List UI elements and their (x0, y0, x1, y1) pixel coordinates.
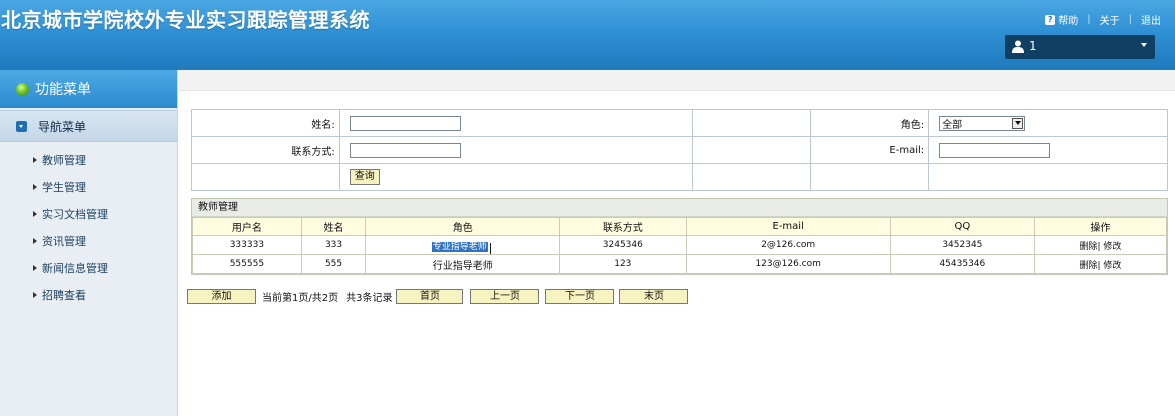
table-row: 333333 333 专业指导老师 3245346 2@126.com 3452… (192, 235, 1168, 255)
divider: | (1087, 14, 1091, 25)
add-button[interactable]: 添加 (187, 289, 256, 304)
chevron-down-icon[interactable] (1012, 117, 1024, 129)
contact-input[interactable] (349, 142, 461, 158)
sidebar-item-label: 教师管理 (42, 153, 86, 167)
help-icon[interactable]: ? (1045, 14, 1056, 25)
sidebar-item-recruit[interactable]: 招聘查看 (0, 281, 177, 308)
teacher-table: 用户名 姓名 角色 联系方式 E-mail QQ 操作 333333 333 专… (192, 217, 1168, 274)
cell-role[interactable]: 专业指导老师 (365, 235, 561, 255)
arrow-right-icon (33, 210, 37, 217)
prev-page-button[interactable]: 上一页 (470, 289, 540, 304)
column-header: 操作 (1033, 217, 1168, 236)
sidebar-item-student[interactable]: 学生管理 (0, 173, 177, 200)
sidebar-item-info[interactable]: 资讯管理 (0, 227, 177, 254)
panel-title: 教师管理 (192, 199, 1167, 217)
main-content: 姓名: 角色: 全部 联系方式: E-mail: 查询 教师管理 用户名 姓名 … (179, 70, 1175, 416)
sidebar: 功能菜单 导航菜单 教师管理 学生管理 实习文档管理 资讯管理 新闻信息管理 招… (0, 70, 178, 416)
cell-contact: 3245346 (559, 235, 687, 255)
email-label: E-mail: (810, 136, 930, 164)
name-label: 姓名: (191, 109, 340, 137)
arrow-right-icon (33, 237, 37, 244)
cell-username: 555555 (192, 254, 302, 274)
cell-qq: 45435346 (889, 254, 1035, 274)
cell-email: 2@126.com (685, 235, 891, 255)
nav-menu-title: 导航菜单 (38, 119, 87, 134)
about-link[interactable]: 关于 (1100, 12, 1120, 27)
nav-list: 教师管理 学生管理 实习文档管理 资讯管理 新闻信息管理 招聘查看 (0, 142, 177, 308)
first-page-button[interactable]: 首页 (396, 289, 464, 304)
cell-role: 行业指导老师 (365, 254, 561, 274)
page-status: 当前第1页/共2页 (262, 293, 339, 304)
cell-name: 555 (300, 254, 367, 274)
name-input[interactable] (349, 115, 461, 131)
divider: | (1097, 241, 1101, 252)
app-title: 北京城市学院校外专业实习跟踪管理系统 (1, 8, 370, 32)
last-page-button[interactable]: 末页 (619, 289, 689, 304)
function-menu-header: 功能菜单 (0, 70, 177, 108)
arrow-right-icon (33, 183, 37, 190)
column-header: 用户名 (192, 217, 302, 236)
column-header: 角色 (365, 217, 561, 236)
function-menu-title: 功能菜单 (35, 82, 91, 98)
cell-actions: 删除| 修改 (1033, 235, 1168, 255)
sidebar-item-teacher[interactable]: 教师管理 (0, 146, 177, 173)
help-link[interactable]: 帮助 (1058, 12, 1078, 27)
cell-username: 333333 (192, 235, 302, 255)
delete-link[interactable]: 删除 (1079, 242, 1097, 252)
query-button[interactable]: 查询 (349, 169, 380, 185)
teacher-panel: 教师管理 用户名 姓名 角色 联系方式 E-mail QQ 操作 333333 … (191, 198, 1168, 275)
sidebar-item-label: 学生管理 (42, 180, 86, 194)
user-dropdown[interactable]: 1 (1005, 35, 1155, 59)
selected-text[interactable]: 专业指导老师 (431, 241, 488, 252)
delete-link[interactable]: 删除 (1079, 261, 1097, 271)
cell-name: 333 (300, 235, 367, 255)
record-count: 共3条记录 (346, 293, 393, 304)
email-input[interactable] (939, 142, 1051, 158)
sidebar-item-label: 招聘查看 (42, 288, 86, 302)
cell-email: 123@126.com (685, 254, 891, 274)
edit-link[interactable]: 修改 (1103, 261, 1121, 271)
column-header: 联系方式 (559, 217, 687, 236)
edit-link[interactable]: 修改 (1103, 242, 1121, 252)
gem-icon (16, 82, 29, 96)
cell-actions: 删除| 修改 (1033, 254, 1168, 274)
arrow-right-icon (33, 156, 37, 163)
top-links: ? 帮助 | 关于 | 退出 (1045, 12, 1161, 27)
app-header: 北京城市学院校外专业实习跟踪管理系统 ? 帮助 | 关于 | 退出 1 (0, 0, 1175, 70)
sidebar-item-label: 资讯管理 (42, 234, 86, 248)
role-select-value: 全部 (942, 119, 963, 131)
text-cursor-icon (489, 242, 494, 254)
cell-contact: 123 (559, 254, 687, 274)
user-name: 1 (1029, 39, 1037, 53)
collapse-icon[interactable] (16, 120, 27, 132)
cell-qq: 3452345 (889, 235, 1035, 255)
user-icon (1012, 40, 1024, 53)
divider: | (1097, 260, 1101, 271)
column-header: QQ (889, 217, 1035, 236)
arrow-right-icon (33, 291, 37, 298)
pager: 添加 当前第1页/共2页 共3条记录 首页 上一页 下一页 末页 (187, 289, 689, 304)
arrow-right-icon (33, 264, 37, 271)
main-topbar (179, 70, 1175, 91)
nav-menu-header[interactable]: 导航菜单 (0, 110, 177, 142)
table-row: 555555 555 行业指导老师 123 123@126.com 454353… (192, 254, 1168, 274)
column-header: E-mail (685, 217, 891, 236)
contact-label: 联系方式: (191, 136, 340, 164)
caret-down-icon (1141, 43, 1147, 47)
search-form: 姓名: 角色: 全部 联系方式: E-mail: 查询 (191, 109, 1168, 191)
column-header: 姓名 (300, 217, 367, 236)
sidebar-item-label: 新闻信息管理 (42, 261, 108, 275)
role-label: 角色: (810, 109, 930, 137)
logout-link[interactable]: 退出 (1141, 12, 1161, 27)
next-page-button[interactable]: 下一页 (545, 289, 615, 304)
sidebar-item-documents[interactable]: 实习文档管理 (0, 200, 177, 227)
role-select[interactable]: 全部 (939, 115, 1026, 131)
sidebar-item-label: 实习文档管理 (42, 207, 108, 221)
divider: | (1128, 14, 1132, 25)
sidebar-item-news[interactable]: 新闻信息管理 (0, 254, 177, 281)
